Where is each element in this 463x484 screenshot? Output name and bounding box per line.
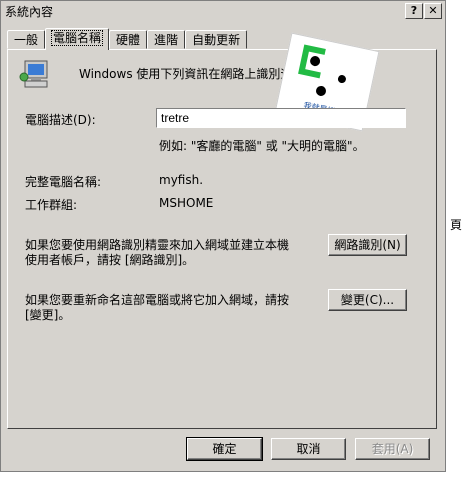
system-properties-window: 系統內容 ? ✕ 一般 電腦名稱 硬體 進階 自動更新 Windows 使用下列… — [0, 0, 446, 472]
background-text: 頁 — [450, 218, 463, 232]
network-id-button[interactable]: 網路識別(N) — [328, 234, 407, 256]
description-label: 電腦描述(D): — [25, 113, 96, 127]
cancel-button[interactable]: 取消 — [271, 438, 346, 460]
apply-button[interactable]: 套用(A) — [355, 438, 430, 460]
full-name-label: 完整電腦名稱: — [25, 175, 102, 189]
full-name-value: myfish. — [159, 173, 204, 187]
tab-computer-name[interactable]: 電腦名稱 — [45, 28, 110, 50]
change-button[interactable]: 變更(C)... — [328, 289, 407, 311]
tab-hardware[interactable]: 硬體 — [109, 30, 148, 49]
window-title: 系統內容 — [5, 4, 54, 19]
description-example: 例如: "客廳的電腦" 或 "大明的電腦"。 — [159, 139, 365, 153]
title-bar: 系統內容 ? ✕ — [1, 1, 445, 21]
description-input[interactable]: tretre — [156, 108, 406, 128]
tab-general[interactable]: 一般 — [7, 30, 46, 49]
network-id-text-2: 使用者帳戶，請按 [網路識別]。 — [25, 253, 195, 267]
rename-text-2: [變更]。 — [25, 308, 71, 322]
tab-advanced[interactable]: 進階 — [147, 30, 186, 49]
workgroup-value: MSHOME — [159, 196, 214, 210]
workgroup-label: 工作群組: — [25, 198, 78, 212]
tab-strip: 一般 電腦名稱 硬體 進階 自動更新 — [7, 28, 248, 50]
help-button[interactable]: ? — [405, 3, 423, 19]
intro-text: Windows 使用下列資訊在網路上識別這 — [79, 67, 293, 81]
tab-automatic-updates[interactable]: 自動更新 — [185, 30, 248, 49]
ok-button[interactable]: 確定 — [186, 437, 263, 461]
computer-icon — [19, 60, 48, 88]
close-button[interactable]: ✕ — [424, 3, 442, 19]
